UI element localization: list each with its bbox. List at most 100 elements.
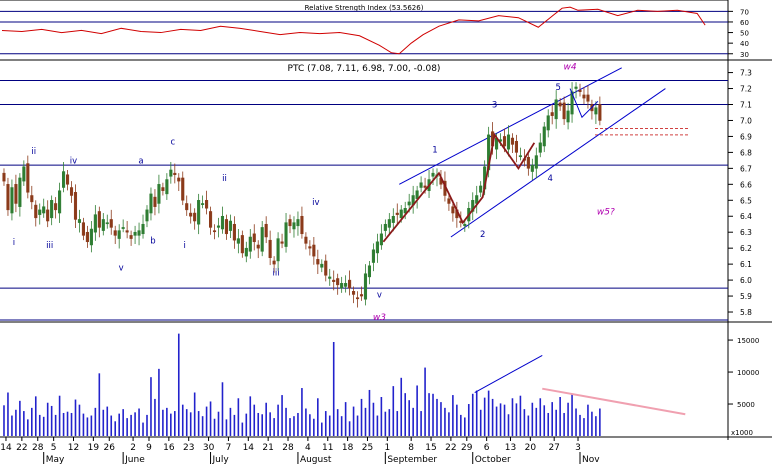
wave-label: w3: [373, 313, 386, 323]
candle-body: [34, 204, 38, 219]
candle-body: [62, 171, 66, 188]
date-tick-label: 23: [183, 443, 194, 453]
candle-body: [502, 136, 507, 147]
candle-body: [371, 249, 375, 263]
volume-bars: [3, 333, 601, 436]
candle-body: [77, 219, 82, 223]
candle-body: [415, 190, 419, 199]
month-label: Nov: [582, 455, 600, 464]
wave-label: iv: [312, 198, 319, 208]
date-tick-label: 7: [226, 443, 232, 453]
candle-body: [280, 241, 284, 244]
price-tick-label: 7.2: [740, 85, 752, 94]
candle-body: [185, 203, 189, 211]
wave-label: iv: [70, 157, 77, 167]
candle-body: [58, 190, 62, 214]
candle-body: [538, 142, 542, 153]
price-tick-label: 5.8: [740, 308, 752, 317]
candle-body: [419, 182, 423, 188]
volume-unit-label: x1000: [731, 429, 753, 437]
candle-body: [352, 291, 356, 295]
month-label: May: [46, 455, 65, 464]
date-tick-label: 22: [16, 443, 27, 453]
rsi-tick-label: 30: [740, 51, 749, 59]
candle-body: [423, 185, 427, 188]
candle-body: [550, 112, 554, 116]
candle-body: [566, 110, 570, 123]
date-tick-label: 4: [305, 443, 311, 453]
wave-label: v: [119, 264, 124, 274]
price-title: PTC (7.08, 7.11, 6.98, 7.00, -0.08): [288, 64, 441, 74]
month-label: June: [124, 455, 145, 464]
candle-body: [193, 212, 197, 222]
candle-body: [30, 195, 34, 203]
candle-body: [562, 102, 566, 120]
candle-body: [157, 184, 161, 204]
candle-body: [510, 137, 515, 145]
rsi-tick-label: 60: [740, 19, 749, 27]
candle-body: [65, 174, 70, 185]
price-tick-label: 6.9: [740, 132, 752, 141]
candle-body: [205, 200, 209, 209]
candle-body: [73, 192, 78, 220]
candle-body: [463, 223, 467, 227]
candle-body: [367, 265, 372, 278]
wave-label: 5: [555, 83, 560, 93]
rsi-title: Relative Strength Index (53.5626): [305, 4, 424, 12]
candle-body: [2, 172, 6, 182]
price-tick-label: 6.6: [740, 180, 752, 189]
candle-body: [451, 206, 455, 214]
candle-body: [284, 222, 288, 247]
volume-y-axis: 15000 10000 5000: [728, 337, 759, 409]
rsi-tick-label: 70: [740, 8, 749, 16]
date-tick-label: 30: [203, 443, 215, 453]
candle-body: [312, 244, 316, 257]
candle-body: [89, 228, 93, 246]
wave-label: c: [170, 137, 175, 147]
candle-body: [340, 283, 344, 289]
candle-body: [209, 211, 213, 228]
candle-body: [359, 294, 364, 297]
date-tick-label: 22: [445, 443, 456, 453]
date-tick-label: 14: [243, 443, 255, 453]
candle-body: [121, 227, 125, 229]
candle-body: [344, 283, 348, 287]
candle-body: [240, 235, 244, 254]
candle-body: [479, 185, 483, 193]
candle-body: [264, 223, 268, 238]
month-label: September: [387, 455, 437, 464]
wave-label: ii: [31, 147, 36, 157]
candle-body: [177, 177, 181, 182]
candle-body: [85, 231, 89, 243]
month-label: October: [475, 455, 511, 464]
candle-body: [93, 214, 97, 233]
date-tick-label: 2: [130, 443, 136, 453]
price-tick-label: 7.1: [740, 101, 752, 110]
candle-body: [38, 209, 42, 215]
wave-labels: iii iiiivvabciiiiiiivvw312345w4w5?: [13, 62, 615, 323]
date-tick-label: 26: [104, 443, 116, 453]
candle-body: [554, 99, 558, 120]
price-tick-label: 6.2: [740, 244, 752, 253]
price-tick-label: 6.1: [740, 260, 752, 269]
candle-body: [355, 297, 360, 300]
candle-body: [542, 126, 546, 147]
price-panel: PTC (7.08, 7.11, 6.98, 7.00, -0.08) 7.37…: [0, 62, 752, 323]
volume-tick-label: 10000: [737, 369, 759, 377]
date-tick-label: 1: [384, 443, 390, 453]
candle-body: [304, 236, 308, 244]
trend-channels: [399, 67, 666, 238]
wave-label: 3: [492, 101, 497, 111]
chart-canvas: Relative Strength Index (53.5626) 70 60 50…: [0, 0, 772, 465]
candle-body: [324, 260, 328, 276]
candle-body: [173, 172, 177, 175]
volume-panel: 15000 10000 5000 x1000: [3, 333, 759, 437]
candle-body: [407, 201, 411, 206]
candle-body: [574, 86, 578, 89]
candle-body: [256, 244, 260, 249]
date-tick-label: 9: [146, 443, 152, 453]
candle-body: [296, 219, 300, 227]
candle-body: [328, 276, 332, 279]
candle-body: [316, 259, 320, 265]
date-tick-label: 11: [322, 443, 333, 453]
